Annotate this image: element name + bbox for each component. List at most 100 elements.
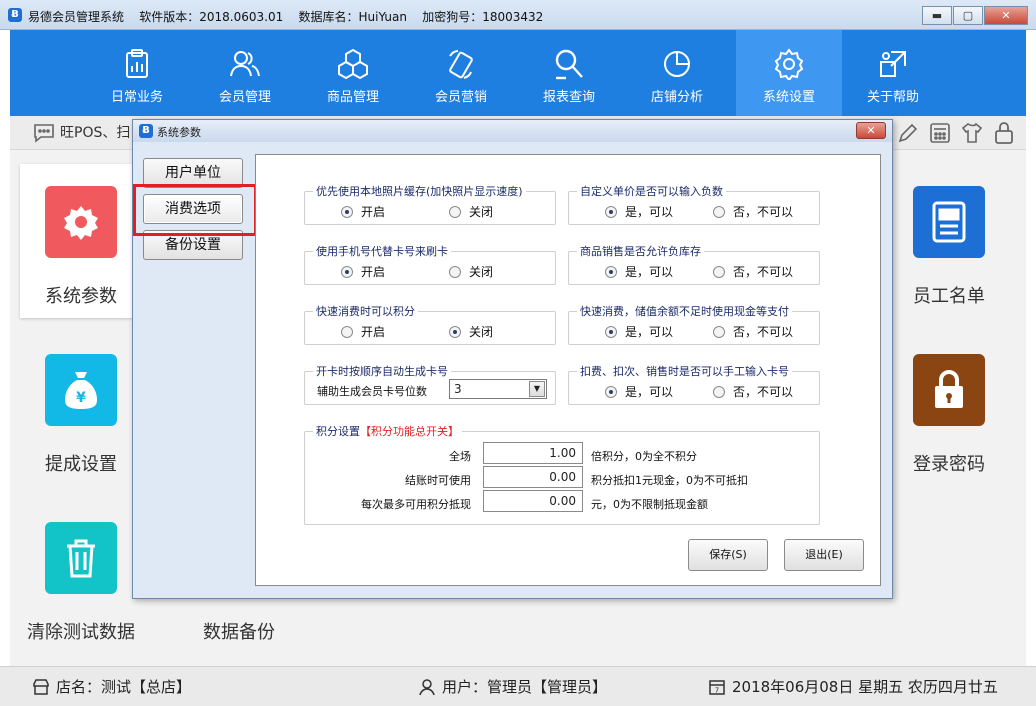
system-params-dialog: Ƀ 系统参数 ✕ 用户单位 消费选项 备份设置 优先使用本地照片缓存(加快照片显… — [132, 119, 893, 599]
points-multiplier-input[interactable]: 1.00 — [483, 442, 583, 464]
tile-label: 数据备份 — [203, 622, 275, 643]
dialog-title: 系统参数 — [157, 126, 201, 139]
shirt-icon[interactable] — [960, 121, 984, 145]
radio-no[interactable]: 否，不可以 — [713, 383, 793, 400]
group-negative-stock: 商品销售是否允许负库存 是，可以 否，不可以 — [568, 243, 820, 285]
dialog-close-button[interactable]: ✕ — [856, 122, 886, 139]
radio-dot — [605, 325, 617, 338]
radio-off[interactable]: 关闭 — [449, 323, 493, 340]
nav-label: 会员营销 — [434, 90, 487, 105]
close-button[interactable]: ✕ — [984, 6, 1028, 25]
nav-member-marketing[interactable]: 会员营销 — [408, 30, 514, 116]
gear-icon — [45, 186, 117, 258]
group-title: 使用手机号代替卡号来刷卡 — [313, 243, 451, 259]
members-icon — [230, 51, 260, 77]
clipboard-icon — [126, 49, 148, 78]
tile-commission[interactable]: ¥ 提成设置 — [26, 354, 136, 476]
radio-dot — [449, 205, 461, 218]
pie-chart-icon — [664, 51, 690, 77]
report-search-icon — [555, 49, 583, 80]
radio-yes[interactable]: 是，可以 — [605, 383, 673, 400]
points-row-note: 元，0为不限制抵现金额 — [591, 498, 708, 511]
radio-no[interactable]: 否，不可以 — [713, 203, 793, 220]
chevron-down-icon[interactable]: ▼ — [529, 381, 545, 397]
points-row-label: 结账时可使用 — [405, 474, 471, 487]
group-quick-points: 快速消费时可以积分 开启 关闭 — [304, 303, 556, 345]
radio-label: 开启 — [361, 265, 386, 279]
radio-dot — [605, 265, 617, 278]
radio-yes[interactable]: 是，可以 — [605, 323, 673, 340]
points-row-label: 每次最多可用积分抵现 — [361, 498, 471, 511]
svg-text:7: 7 — [715, 686, 719, 694]
maximize-button[interactable]: ▢ — [953, 6, 983, 25]
nav-daily-business[interactable]: 日常业务 — [84, 30, 190, 116]
radio-yes[interactable]: 是，可以 — [605, 263, 673, 280]
edit-icon[interactable] — [896, 121, 920, 145]
group-title: 积分设置【积分功能总开关】 — [313, 423, 462, 439]
nav-store-analysis[interactable]: 店铺分析 — [624, 30, 730, 116]
radio-on[interactable]: 开启 — [341, 203, 385, 220]
nav-label: 商品管理 — [326, 90, 379, 105]
svg-text:¥: ¥ — [76, 390, 86, 406]
tile-clear-test-data[interactable]: 清除测试数据 — [26, 522, 136, 644]
radio-on[interactable]: 开启 — [341, 323, 385, 340]
points-max-cash-input[interactable]: 0.00 — [483, 490, 583, 512]
minimize-button[interactable]: ▬ — [922, 6, 952, 25]
points-redeem-input[interactable]: 0.00 — [483, 466, 583, 488]
exit-button[interactable]: 退出(E) — [784, 539, 864, 571]
group-points-settings: 积分设置【积分功能总开关】 全场 1.00 倍积分，0为全不积分 结账时可使用 … — [304, 423, 820, 525]
window-title: 易德会员管理系统 软件版本：2018.0603.01 数据库名：HuiYuan … — [28, 10, 544, 24]
radio-no[interactable]: 否，不可以 — [713, 263, 793, 280]
radio-off[interactable]: 关闭 — [449, 203, 493, 220]
nav-label: 店铺分析 — [650, 90, 703, 105]
radio-no[interactable]: 否，不可以 — [713, 323, 793, 340]
group-title: 快速消费，储值余额不足时使用现金等支付 — [577, 303, 792, 319]
highlight-box — [133, 184, 257, 236]
marquee-message: 旺POS、扫 — [60, 125, 131, 141]
store-name: 店名：测试【总店】 — [56, 678, 192, 696]
nav-product-management[interactable]: 商品管理 — [300, 30, 406, 116]
nav-system-settings[interactable]: 系统设置 — [736, 30, 842, 116]
chat-bubble-icon — [34, 124, 54, 143]
tile-label: 清除测试数据 — [27, 622, 135, 643]
save-button[interactable]: 保存(S) — [688, 539, 768, 571]
tile-login-password[interactable]: 登录密码 — [894, 354, 1004, 476]
group-title: 开卡时按顺序自动生成卡号 — [313, 363, 451, 379]
nav-label: 报表查询 — [542, 90, 595, 105]
radio-label: 关闭 — [469, 325, 494, 339]
radio-label: 关闭 — [469, 265, 494, 279]
points-master-switch[interactable]: 【积分功能总开关】 — [360, 425, 459, 438]
radio-dot — [605, 385, 617, 398]
calculator-icon[interactable] — [928, 121, 952, 145]
money-bag-icon: ¥ — [45, 354, 117, 426]
select-value: 3 — [454, 382, 462, 396]
group-cash-fallback: 快速消费，储值余额不足时使用现金等支付 是，可以 否，不可以 — [568, 303, 820, 345]
phone-tag-icon — [449, 50, 473, 79]
radio-on[interactable]: 开启 — [341, 263, 385, 280]
radio-label: 是，可以 — [625, 205, 674, 219]
card-digits-select[interactable]: 3 ▼ — [449, 379, 547, 399]
nav-report-query[interactable]: 报表查询 — [516, 30, 622, 116]
boxes-icon — [338, 48, 368, 80]
nav-member-management[interactable]: 会员管理 — [192, 30, 298, 116]
tile-staff-list[interactable]: 员工名单 — [894, 186, 1004, 308]
settings-panel: 优先使用本地照片缓存(加快照片显示速度) 开启 关闭 自定义单价是否可以输入负数… — [255, 154, 881, 586]
radio-off[interactable]: 关闭 — [449, 263, 493, 280]
digits-label: 辅助生成会员卡号位数 — [317, 385, 427, 398]
nav-label: 关于帮助 — [866, 90, 919, 105]
lock-icon[interactable] — [992, 121, 1016, 145]
group-manual-card-input: 扣费、扣次、销售时是否可以手工输入卡号 是，可以 否，不可以 — [568, 363, 820, 405]
group-title: 扣费、扣次、销售时是否可以手工输入卡号 — [577, 363, 792, 379]
radio-label: 是，可以 — [625, 325, 674, 339]
tile-label: 提成设置 — [45, 454, 117, 475]
tile-label: 登录密码 — [913, 454, 985, 475]
id-card-icon — [913, 186, 985, 258]
tile-system-params[interactable]: 系统参数 — [26, 186, 136, 308]
radio-yes[interactable]: 是，可以 — [605, 203, 673, 220]
group-auto-card-number: 开卡时按顺序自动生成卡号 辅助生成会员卡号位数 3 ▼ — [304, 363, 556, 405]
nav-about-help[interactable]: 关于帮助 — [840, 30, 946, 116]
nav-label: 日常业务 — [110, 90, 163, 105]
radio-dot — [605, 205, 617, 218]
nav-label: 系统设置 — [762, 90, 815, 105]
main-nav: 日常业务 会员管理 商品管理 会员营销 报表查询 店铺分析 系统设置 关于帮助 — [10, 30, 1026, 116]
